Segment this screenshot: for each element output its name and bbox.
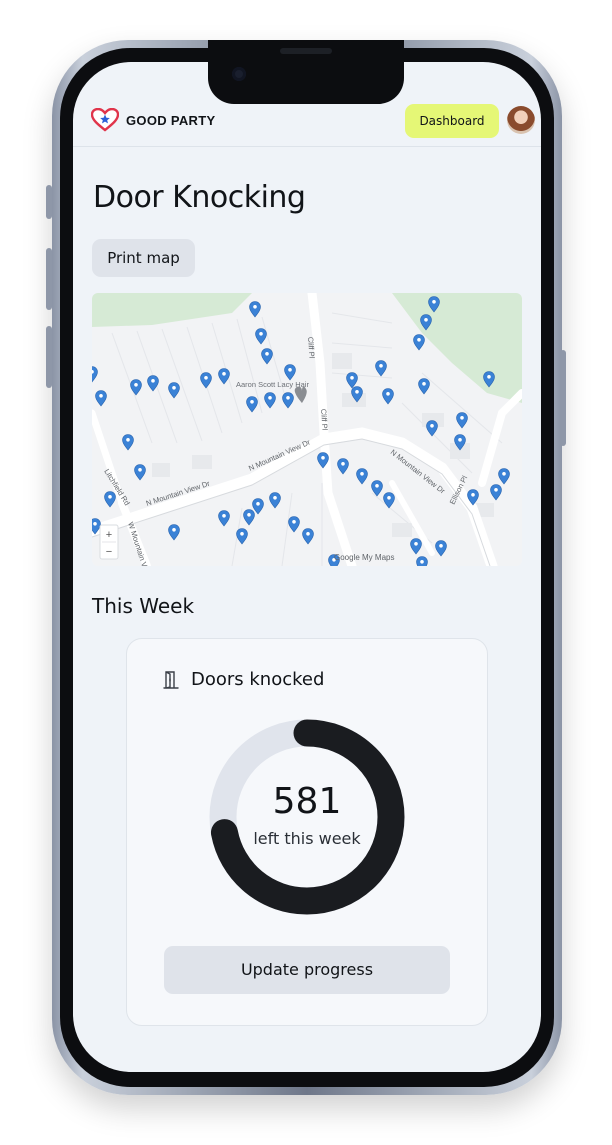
- map-pin-icon[interactable]: [416, 556, 428, 567]
- camera-notch: [208, 40, 404, 104]
- card-header: Doors knocked: [161, 669, 324, 690]
- street-label: Cliff Pl: [319, 409, 330, 431]
- top-navigation: GOOD PARTY Dashboard: [73, 98, 541, 147]
- avatar[interactable]: [507, 106, 535, 134]
- heart-star-icon: [91, 108, 119, 132]
- card-title: Doors knocked: [191, 669, 325, 690]
- brand-logo[interactable]: GOOD PARTY: [91, 108, 215, 132]
- street-label: Cliff Pl: [306, 337, 317, 359]
- power-button: [560, 350, 566, 446]
- door-icon: [163, 670, 179, 689]
- zoom-out-button[interactable]: −: [106, 546, 112, 558]
- map-embed[interactable]: Cliff Pl Cliff Pl N Mountain View Dr N M…: [92, 293, 522, 566]
- brand-name: GOOD PARTY: [126, 112, 216, 128]
- zoom-in-button[interactable]: +: [106, 529, 112, 541]
- volume-down-button: [46, 326, 52, 388]
- zoom-control[interactable]: + −: [99, 524, 119, 560]
- volume-up-button: [46, 248, 52, 310]
- silent-switch: [46, 185, 52, 219]
- app-screen: GOOD PARTY Dashboard Door Knocking Print…: [73, 62, 541, 1072]
- page-title: Door Knocking: [93, 180, 306, 215]
- map-attribution: Google My Maps: [334, 553, 394, 562]
- dashboard-button[interactable]: Dashboard: [405, 104, 499, 138]
- speaker-grille: [280, 48, 332, 54]
- doors-remaining-count: 581: [272, 781, 342, 822]
- print-map-button[interactable]: Print map: [92, 239, 195, 277]
- doors-remaining-label: left this week: [253, 829, 361, 848]
- section-heading: This Week: [92, 594, 195, 618]
- front-camera: [232, 67, 246, 81]
- update-progress-button[interactable]: Update progress: [164, 946, 450, 994]
- doors-knocked-card: Doors knocked 581 left this week Update …: [126, 638, 488, 1026]
